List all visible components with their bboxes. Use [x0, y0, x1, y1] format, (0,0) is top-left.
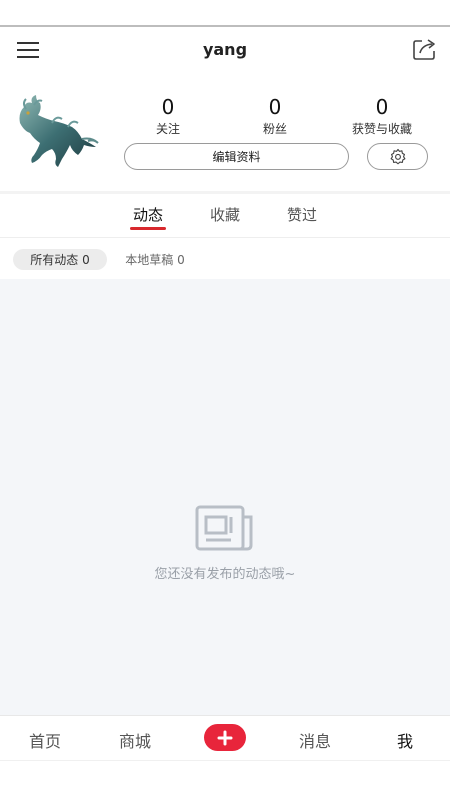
stat-likes-favorites[interactable]: 0 获赞与收藏	[332, 97, 432, 137]
nav-home[interactable]: 首页	[15, 728, 75, 752]
edit-profile-button[interactable]: 编辑资料	[124, 143, 349, 170]
posts-content: 您还没有发布的动态哦~	[0, 279, 450, 715]
stat-label: 获赞与收藏	[351, 122, 412, 136]
empty-state-text: 您还没有发布的动态哦~	[154, 567, 296, 582]
stat-label: 关注	[155, 122, 180, 136]
tab-liked[interactable]: 赞过	[272, 204, 332, 225]
tab-favorites[interactable]: 收藏	[195, 204, 255, 225]
settings-button[interactable]	[367, 143, 428, 170]
nav-shop[interactable]: 商城	[105, 728, 165, 752]
page-title: yang	[202, 40, 248, 59]
stats: 0 关注 0 粉丝 0 获赞与收藏	[118, 97, 438, 137]
stat-value: 0	[161, 95, 175, 119]
stat-value: 0	[268, 95, 282, 119]
avatar[interactable]	[12, 93, 102, 175]
profile-tabs: 动态 收藏 赞过	[0, 194, 450, 238]
add-post-button[interactable]	[204, 724, 246, 751]
filter-local-drafts[interactable]: 本地草稿 0	[115, 249, 195, 270]
header: yang	[0, 29, 450, 73]
post-filters: 所有动态 0 本地草稿 0	[0, 239, 450, 279]
share-icon[interactable]	[412, 37, 438, 61]
newspaper-icon	[193, 503, 257, 553]
tab-posts[interactable]: 动态	[118, 204, 178, 225]
stat-followers[interactable]: 0 粉丝	[225, 97, 325, 137]
stat-following[interactable]: 0 关注	[118, 97, 218, 137]
filter-all-posts[interactable]: 所有动态 0	[13, 249, 107, 270]
profile-section: 0 关注 0 粉丝 0 获赞与收藏 编辑资料	[0, 73, 450, 191]
stat-label: 粉丝	[262, 122, 287, 136]
plus-icon	[217, 730, 233, 745]
active-tab-indicator	[130, 227, 166, 230]
status-bar	[0, 0, 450, 27]
bottom-nav: 首页 商城 消息 我	[0, 715, 450, 760]
bottom-strip	[0, 760, 450, 800]
stat-value: 0	[375, 95, 389, 119]
nav-messages[interactable]: 消息	[285, 728, 345, 752]
gear-icon	[390, 148, 405, 164]
nav-me[interactable]: 我	[375, 728, 435, 752]
